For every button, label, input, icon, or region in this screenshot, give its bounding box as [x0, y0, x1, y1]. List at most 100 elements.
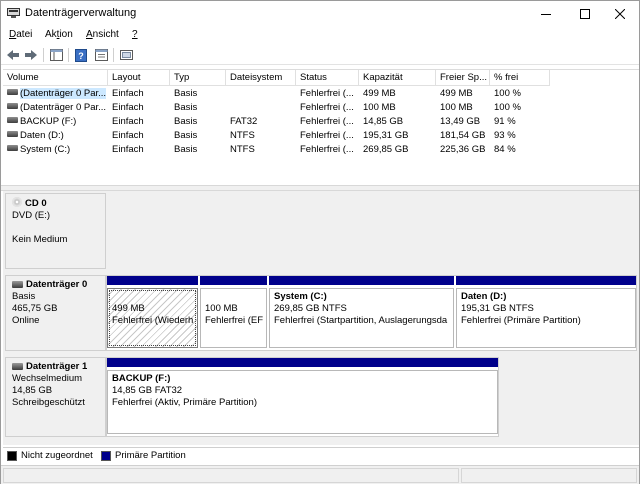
- disk-name: CD 0: [25, 198, 47, 209]
- disk-label-datentraeger-0[interactable]: Datenträger 0 Basis 465,75 GB Online: [5, 275, 106, 351]
- removable-disk-icon: [12, 363, 23, 370]
- legend-item-unallocated: Nicht zugeordnet: [7, 450, 93, 461]
- column-header-prozent-frei[interactable]: % frei: [490, 70, 550, 86]
- legend-swatch: [7, 450, 17, 461]
- menu-help[interactable]: ?: [132, 29, 138, 40]
- partition-type-bar: [200, 276, 267, 285]
- partition-type-bar: [269, 276, 454, 285]
- cell-dateisystem: NTFS: [230, 144, 255, 155]
- cell-typ: Basis: [174, 144, 198, 155]
- partition-status: Fehlerfrei (Primäre Partition): [461, 315, 581, 326]
- cell-layout: Einfach: [112, 144, 144, 155]
- column-header-dateisystem[interactable]: Dateisystem: [226, 70, 296, 86]
- disk-label-datentraeger-1[interactable]: Datenträger 1 Wechselmedium 14,85 GB Sch…: [5, 357, 106, 437]
- disk-info-line: Kein Medium: [12, 234, 68, 245]
- partition-system-c[interactable]: System (C:) 269,85 GB NTFS Fehlerfrei (S…: [269, 276, 454, 350]
- legend-label: Nicht zugeordnet: [21, 450, 93, 461]
- partition-backup-f[interactable]: BACKUP (F:) 14,85 GB FAT32 Fehlerfrei (A…: [107, 358, 498, 436]
- table-row[interactable]: System (C:) Einfach Basis NTFS Fehlerfre…: [3, 143, 637, 157]
- partition-status: Fehlerfrei (Aktiv, Primäre Partition): [112, 397, 257, 408]
- disk-label-cd0[interactable]: CD 0 DVD (E:) Kein Medium: [5, 193, 106, 269]
- partition-type-bar: [107, 276, 198, 285]
- cell-status: Fehlerfrei (...: [300, 130, 354, 141]
- disk-info-line: Schreibgeschützt: [12, 397, 85, 408]
- partition-size: 14,85 GB FAT32: [112, 385, 183, 396]
- disk-map-cd0: [106, 193, 637, 269]
- cd-drive-icon: [12, 197, 22, 207]
- partition-name: BACKUP (F:): [112, 373, 171, 384]
- column-header-layout[interactable]: Layout: [108, 70, 170, 86]
- forward-button[interactable]: [23, 47, 39, 63]
- column-header-typ[interactable]: Typ: [170, 70, 226, 86]
- title-bar[interactable]: Datenträgerverwaltung: [1, 1, 639, 27]
- volume-list: Volume Layout Typ Dateisystem Status Kap…: [3, 69, 639, 185]
- cell-freier-speicher: 100 MB: [440, 102, 473, 113]
- disk-view: CD 0 DVD (E:) Kein Medium Datenträger 0 …: [3, 191, 639, 445]
- disk-info-line: DVD (E:): [12, 210, 50, 221]
- cell-typ: Basis: [174, 102, 198, 113]
- cell-status: Fehlerfrei (...: [300, 102, 354, 113]
- cell-kapazitaet: 499 MB: [363, 88, 396, 99]
- volume-icon: [7, 131, 18, 137]
- cell-kapazitaet: 100 MB: [363, 102, 396, 113]
- table-row[interactable]: (Datenträger 0 Par... Einfach Basis Fehl…: [3, 87, 637, 101]
- volume-icon: [7, 103, 18, 109]
- legend: Nicht zugeordnet Primäre Partition: [3, 447, 639, 463]
- table-row[interactable]: BACKUP (F:) Einfach Basis FAT32 Fehlerfr…: [3, 115, 637, 129]
- cell-prozent-frei: 91 %: [494, 116, 516, 127]
- disk-map-datentraeger-1: BACKUP (F:) 14,85 GB FAT32 Fehlerfrei (A…: [106, 357, 499, 437]
- cell-kapazitaet: 195,31 GB: [363, 130, 409, 141]
- disk-map-datentraeger-0: 499 MB Fehlerfrei (Wiederh 100 MB Fehler…: [106, 275, 637, 351]
- properties-button[interactable]: [93, 47, 109, 63]
- forward-arrow-icon: [25, 50, 37, 60]
- partition-status: Fehlerfrei (Wiederh: [112, 315, 194, 326]
- cell-dateisystem: [226, 101, 296, 115]
- column-header-kapazitaet[interactable]: Kapazität: [359, 70, 436, 86]
- cell-typ: Basis: [174, 116, 198, 127]
- legend-swatch: [101, 450, 111, 461]
- console-tree-button[interactable]: [48, 47, 64, 63]
- cell-volume: (Datenträger 0 Par...: [20, 88, 107, 99]
- disk-info-line: Basis: [12, 291, 36, 302]
- cell-prozent-frei: 100 %: [494, 102, 521, 113]
- table-row[interactable]: (Datenträger 0 Par... Einfach Basis Fehl…: [3, 101, 637, 115]
- partition-status: Fehlerfrei (Startpartition, Auslagerungs…: [274, 315, 448, 326]
- cell-prozent-frei: 84 %: [494, 144, 516, 155]
- menu-aktion[interactable]: Aktion: [45, 29, 73, 40]
- cell-prozent-frei: 100 %: [494, 88, 521, 99]
- console-tree-icon: [49, 49, 63, 61]
- partition-daten-d[interactable]: Daten (D:) 195,31 GB NTFS Fehlerfrei (Pr…: [456, 276, 636, 350]
- cell-kapazitaet: 14,85 GB: [363, 116, 404, 127]
- close-button[interactable]: [599, 1, 640, 27]
- table-row[interactable]: Daten (D:) Einfach Basis NTFS Fehlerfrei…: [3, 129, 637, 143]
- cell-kapazitaet: 269,85 GB: [363, 144, 409, 155]
- volume-icon: [7, 145, 18, 151]
- column-header-freier-speicher[interactable]: Freier Sp...: [436, 70, 490, 86]
- cell-prozent-frei: 93 %: [494, 130, 516, 141]
- settings-button[interactable]: [118, 47, 134, 63]
- menu-ansicht[interactable]: Ansicht: [86, 29, 119, 40]
- minimize-button[interactable]: [525, 1, 567, 27]
- column-header-status[interactable]: Status: [296, 70, 359, 86]
- back-button[interactable]: [5, 47, 21, 63]
- cell-volume: (Datenträger 0 Par...: [20, 102, 107, 113]
- partition-recovery[interactable]: 499 MB Fehlerfrei (Wiederh: [107, 276, 198, 350]
- cell-dateisystem: FAT32: [230, 116, 258, 127]
- toolbar: ?: [1, 45, 639, 65]
- partition-size: 499 MB: [112, 303, 145, 314]
- minimize-icon: [541, 14, 551, 15]
- cell-dateisystem: NTFS: [230, 130, 255, 141]
- settings-icon: [119, 50, 133, 60]
- partition-efi[interactable]: 100 MB Fehlerfrei (EF: [200, 276, 267, 350]
- partition-type-bar: [456, 276, 636, 285]
- svg-text:?: ?: [78, 51, 84, 61]
- help-button[interactable]: ?: [73, 47, 89, 63]
- status-bar-cell: [461, 468, 637, 483]
- column-header-volume[interactable]: Volume: [3, 70, 108, 86]
- maximize-icon: [580, 9, 590, 19]
- partition-name: System (C:): [274, 291, 327, 302]
- volume-list-header: Volume Layout Typ Dateisystem Status Kap…: [3, 70, 637, 86]
- volume-icon: [7, 89, 18, 95]
- cell-volume: Daten (D:): [20, 130, 64, 141]
- menu-datei[interactable]: Datei: [9, 29, 32, 40]
